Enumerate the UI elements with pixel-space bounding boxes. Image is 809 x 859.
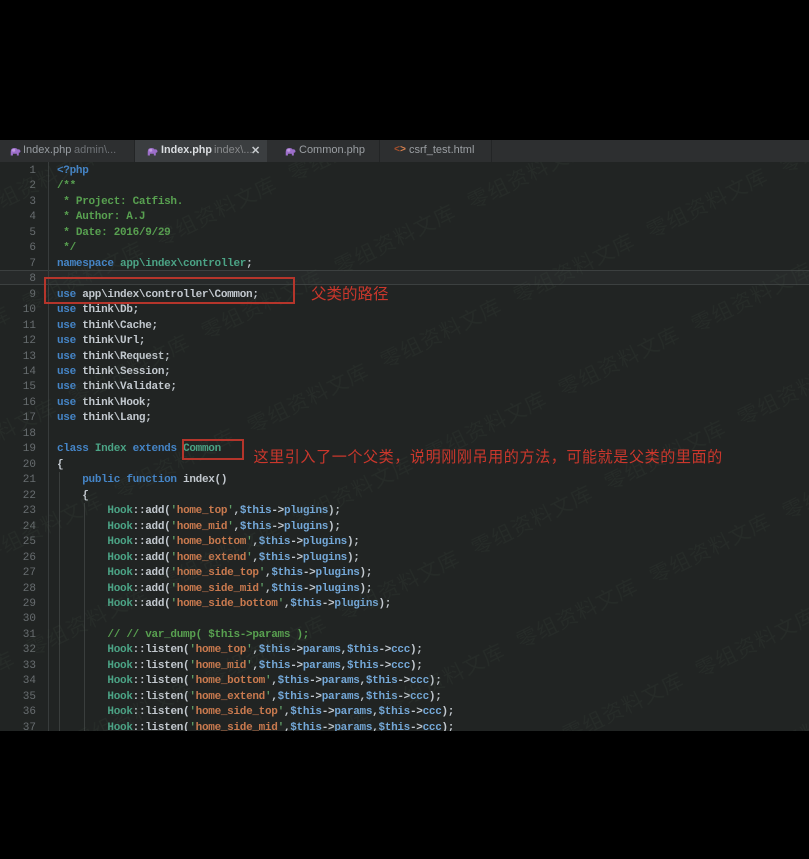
svg-text:零组资料文库: 零组资料文库 <box>377 295 506 374</box>
svg-text:零组资料文库: 零组资料文库 <box>335 547 464 626</box>
svg-text:零组资料文库: 零组资料文库 <box>559 669 688 731</box>
svg-text:零组资料文库: 零组资料文库 <box>152 173 281 252</box>
svg-text:零组资料文库: 零组资料文库 <box>0 396 61 475</box>
svg-text:零组资料文库: 零组资料文库 <box>380 640 509 719</box>
svg-text:零组资料文库: 零组资料文库 <box>646 510 775 589</box>
svg-text:零组资料文库: 零组资料文库 <box>734 352 809 431</box>
svg-text:零组资料文库: 零组资料文库 <box>0 648 19 727</box>
svg-text:零组资料文库: 零组资料文库 <box>692 604 809 683</box>
svg-text:零组资料文库: 零组资料文库 <box>69 676 198 731</box>
svg-text:零组资料文库: 零组资料文库 <box>738 697 809 731</box>
svg-text:零组资料文库: 零组资料文库 <box>513 575 642 654</box>
svg-text:零组资料文库: 零组资料文库 <box>244 360 373 439</box>
svg-text:零组资料文库: 零组资料文库 <box>156 518 285 597</box>
svg-text:零组资料文库: 零组资料文库 <box>510 230 639 309</box>
svg-text:零组资料文库: 零组资料文库 <box>331 201 460 280</box>
svg-text:零组资料文库: 零组资料文库 <box>688 259 809 338</box>
svg-text:零组资料文库: 零组资料文库 <box>0 303 15 382</box>
svg-text:零组资料文库: 零组资料文库 <box>111 425 240 504</box>
svg-text:零组资料文库: 零组资料文库 <box>643 165 772 244</box>
svg-text:零组资料文库: 零组资料文库 <box>555 323 684 402</box>
svg-text:零组资料文库: 零组资料文库 <box>0 489 107 568</box>
svg-text:零组资料文库: 零组资料文库 <box>65 331 194 410</box>
svg-text:零组资料文库: 零组资料文库 <box>202 612 331 691</box>
svg-text:零组资料文库: 零组资料文库 <box>247 705 376 731</box>
svg-text:零组资料文库: 零组资料文库 <box>468 482 597 561</box>
svg-text:零组资料文库: 零组资料文库 <box>23 583 152 662</box>
svg-text:零组资料文库: 零组资料文库 <box>779 446 809 525</box>
